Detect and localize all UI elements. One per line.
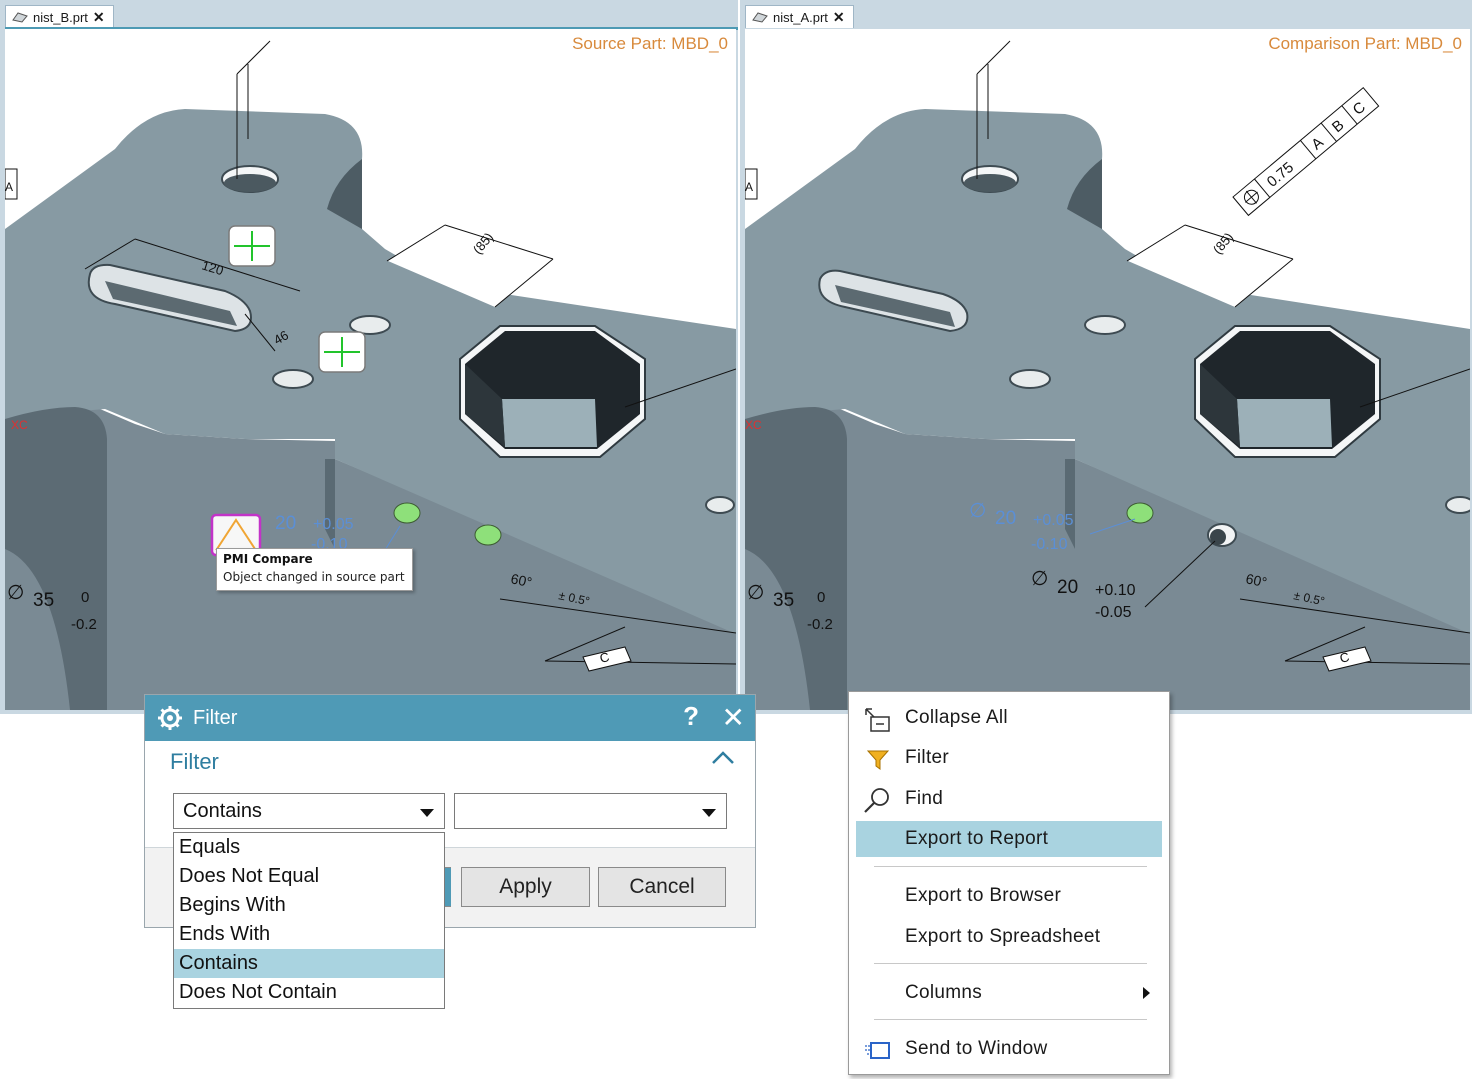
value-select[interactable]: [454, 793, 727, 829]
callout-connector: [1180, 710, 1472, 713]
feature-control-frame: 0.75 A B C: [1232, 87, 1380, 217]
menu-separator: [874, 963, 1147, 964]
menu-item-collapse-all[interactable]: Collapse All: [856, 700, 1162, 736]
option-equals[interactable]: Equals: [174, 833, 444, 862]
dim-phi20-b: 20: [1057, 577, 1078, 598]
callout-connector: [0, 710, 132, 713]
dim-tol-minus02: -0.2: [807, 616, 833, 633]
operator-dropdown-list: Equals Does Not Equal Begins With Ends W…: [173, 832, 445, 1009]
tooltip-body: Object changed in source part: [223, 570, 405, 584]
menu-separator: [874, 1019, 1147, 1020]
gear-icon: [158, 706, 182, 730]
tab-label: nist_A.prt: [773, 9, 828, 25]
dim-tol-minus02: -0.2: [71, 616, 97, 633]
section-title: Filter: [170, 749, 219, 774]
operator-select[interactable]: Contains: [173, 793, 445, 829]
close-icon[interactable]: ✕: [722, 701, 745, 734]
cancel-button[interactable]: Cancel: [598, 867, 726, 907]
xc-label: XC: [11, 418, 28, 432]
diameter-symbol: ∅: [7, 580, 24, 604]
option-contains[interactable]: Contains: [174, 949, 444, 978]
diameter-symbol: ∅: [747, 580, 764, 604]
menu-item-export-browser[interactable]: Export to Browser: [856, 878, 1162, 914]
dim-tol-plus: +0.05: [313, 516, 354, 533]
dim-phi20-a: 20: [995, 508, 1016, 529]
menu-label: Export to Browser: [905, 885, 1062, 906]
menu-separator: [874, 866, 1147, 867]
option-does-not-equal[interactable]: Does Not Equal: [174, 862, 444, 891]
close-icon[interactable]: ✕: [93, 10, 105, 24]
menu-item-find[interactable]: Find: [856, 781, 1162, 817]
diameter-symbol: ∅: [1031, 566, 1048, 590]
menu-label: Export to Report: [905, 828, 1049, 849]
submenu-arrow-icon: [1143, 987, 1150, 999]
menu-label: Filter: [905, 747, 950, 768]
chevron-up-icon[interactable]: [711, 749, 735, 765]
dim-tol-minus: -0.10: [1031, 536, 1068, 553]
option-ends-with[interactable]: Ends With: [174, 920, 444, 949]
dim-phi20: 20: [275, 513, 296, 534]
dialog-title: Filter: [193, 706, 238, 729]
dim-tol-plus: +0.05: [1033, 512, 1074, 529]
source-viewport-frame: nist_B.prt ✕ XC A 120 46 (85) 20 +0.05 -…: [0, 0, 738, 714]
pmi-compare-tooltip: PMI Compare Object changed in source par…: [216, 548, 413, 591]
source-part-viewport[interactable]: XC A 120 46 (85) 20 +0.05 -0.10 ∅ 35 0 -…: [5, 29, 736, 710]
menu-item-send-window[interactable]: Send to Window: [856, 1031, 1162, 1067]
menu-item-columns[interactable]: Columns: [856, 975, 1162, 1011]
collapse-all-icon: [865, 708, 890, 732]
diameter-symbol: ∅: [969, 498, 986, 522]
dim-phi35: 35: [33, 590, 54, 611]
close-icon[interactable]: ✕: [833, 10, 845, 24]
chevron-down-icon: [420, 809, 434, 817]
xc-label: XC: [745, 418, 762, 432]
menu-label: Columns: [905, 982, 983, 1003]
source-part-label: Source Part: MBD_0: [572, 34, 728, 53]
menu-item-filter[interactable]: Filter: [856, 740, 1162, 776]
tab-nist-a[interactable]: nist_A.prt ✕: [745, 5, 854, 28]
dim-tol-plus010: +0.10: [1095, 582, 1136, 599]
chevron-down-icon: [702, 809, 716, 817]
callout-connector: [782, 710, 840, 713]
dialog-titlebar[interactable]: Filter ? ✕: [145, 695, 755, 741]
menu-item-export-report[interactable]: Export to Report: [856, 821, 1162, 857]
menu-label: Collapse All: [905, 707, 1008, 728]
option-begins-with[interactable]: Begins With: [174, 891, 444, 920]
search-icon: [864, 788, 889, 813]
menu-item-export-spreadsheet[interactable]: Export to Spreadsheet: [856, 919, 1162, 955]
dim-tol-zero: 0: [81, 589, 89, 606]
part-file-icon: [12, 12, 28, 23]
comparison-part-model[interactable]: 0.75 A B C XC A (85) ∅ 20 +0.05 -0.10 ∅ …: [745, 29, 1470, 710]
funnel-icon: [866, 750, 890, 770]
dim-tol-zero: 0: [817, 589, 825, 606]
operator-value: Contains: [183, 799, 262, 822]
source-part-model[interactable]: XC A 120 46 (85) 20 +0.05 -0.10 ∅ 35 0 -…: [5, 29, 736, 710]
tab-label: nist_B.prt: [33, 9, 88, 25]
menu-label: Export to Spreadsheet: [905, 926, 1101, 947]
tab-nist-b[interactable]: nist_B.prt ✕: [5, 5, 114, 28]
apply-button[interactable]: Apply: [461, 867, 590, 907]
option-does-not-contain[interactable]: Does Not Contain: [174, 978, 444, 1007]
comparison-viewport-frame: nist_A.prt ✕ 0.75 A B C XC A (85) ∅ 20 +…: [740, 0, 1472, 714]
dim-tol-minus005: -0.05: [1095, 604, 1132, 621]
tooltip-title: PMI Compare: [223, 552, 313, 566]
datum-a-label: A: [745, 180, 753, 194]
context-menu: Collapse All Filter Find Export to Repor…: [848, 691, 1170, 1075]
source-tabbar: nist_B.prt ✕: [5, 5, 738, 30]
menu-label: Send to Window: [905, 1038, 1048, 1059]
datum-a-label: A: [5, 180, 13, 194]
send-to-window-icon: [865, 1042, 890, 1059]
menu-label: Find: [905, 788, 944, 809]
comparison-part-viewport[interactable]: 0.75 A B C XC A (85) ∅ 20 +0.05 -0.10 ∅ …: [745, 29, 1470, 710]
comparison-part-label: Comparison Part: MBD_0: [1268, 34, 1462, 53]
comparison-tabbar: nist_A.prt ✕: [745, 5, 1472, 29]
dim-phi35: 35: [773, 590, 794, 611]
help-icon[interactable]: ?: [683, 701, 699, 732]
part-file-icon: [752, 12, 768, 23]
